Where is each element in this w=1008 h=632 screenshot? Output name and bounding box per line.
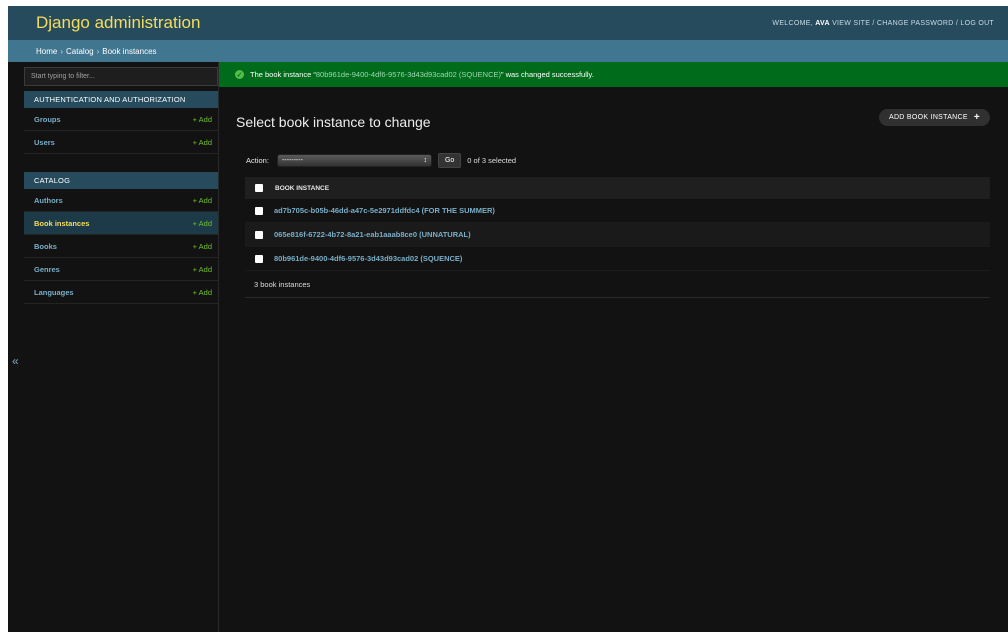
sidebar-item-label[interactable]: Book instances: [34, 219, 89, 228]
welcome-text: WELCOME,: [772, 19, 813, 27]
message-object-link[interactable]: 80b961de-9400-4df6-9576-3d43d93cad02 (SQ…: [316, 70, 501, 79]
sidebar-item-genres: Genres + Add: [24, 258, 218, 281]
paginator: 3 book instances: [245, 271, 990, 298]
site-branding[interactable]: Django administration: [36, 13, 200, 33]
success-check-icon: ✓: [235, 70, 244, 79]
header: Django administration WELCOME, AVA VIEW …: [8, 6, 1008, 40]
sidebar-item-groups: Groups + Add: [24, 108, 218, 131]
log-out-link[interactable]: LOG OUT: [960, 20, 994, 27]
sidebar-item-label[interactable]: Books: [34, 242, 57, 251]
nav-sidebar: Start typing to filter... AUTHENTICATION…: [8, 62, 219, 632]
sidebar-item-label[interactable]: Languages: [34, 288, 74, 297]
sidebar-item-label[interactable]: Groups: [34, 115, 61, 124]
user-tools-separator: /: [955, 19, 959, 27]
admin-app: Django administration WELCOME, AVA VIEW …: [8, 6, 1008, 632]
go-button[interactable]: Go: [437, 152, 462, 168]
add-book-instance-button[interactable]: ADD BOOK INSTANCE +: [878, 109, 990, 126]
breadcrumb-catalog[interactable]: Catalog: [66, 47, 94, 56]
book-instance-link[interactable]: 065e816f-6722-4b72-8a21-eab1aaab8ce0 (UN…: [274, 230, 471, 239]
nav-filter-input[interactable]: Start typing to filter...: [24, 67, 218, 86]
row-checkbox[interactable]: [255, 230, 263, 239]
book-instance-link[interactable]: ad7b705c-b05b-46dd-a47c-5e2971ddfdc4 (FO…: [274, 206, 495, 215]
table-row: 80b961de-9400-4df6-9576-3d43d93cad02 (SQ…: [245, 247, 990, 271]
add-genres-link[interactable]: + Add: [193, 265, 212, 274]
action-label: Action:: [246, 155, 269, 165]
user-tools: WELCOME, AVA VIEW SITE / CHANGE PASSWORD…: [772, 20, 994, 27]
table-row: 065e816f-6722-4b72-8a21-eab1aaab8ce0 (UN…: [245, 223, 990, 247]
table-row: ad7b705c-b05b-46dd-a47c-5e2971ddfdc4 (FO…: [245, 199, 990, 223]
breadcrumb-separator: ›: [96, 46, 100, 56]
sidebar-item-label[interactable]: Authors: [34, 196, 63, 205]
change-password-link[interactable]: CHANGE PASSWORD: [877, 20, 954, 27]
add-authors-link[interactable]: + Add: [193, 196, 212, 205]
message-prefix: The book instance “: [250, 70, 316, 79]
selection-counter: 0 of 3 selected: [467, 155, 517, 165]
sidebar-item-users: Users + Add: [24, 131, 218, 154]
view-site-link[interactable]: VIEW SITE: [832, 20, 870, 27]
sidebar-item-book-instances: Book instances + Add: [24, 212, 218, 235]
add-languages-link[interactable]: + Add: [193, 288, 212, 297]
add-button-label: ADD BOOK INSTANCE: [888, 114, 968, 121]
message-suffix: ” was changed successfully.: [501, 70, 594, 79]
breadcrumb: Home › Catalog › Book instances: [8, 40, 1008, 62]
module-auth: AUTHENTICATION AND AUTHORIZATION Groups …: [24, 91, 218, 154]
actions-bar: Action: --------- ↕ Go 0 of 3 selected: [246, 150, 516, 170]
success-message: ✓ The book instance “ 80b961de-9400-4df6…: [219, 62, 1008, 87]
table-header: BOOK INSTANCE: [245, 177, 990, 199]
action-select-value: ---------: [281, 156, 303, 164]
sidebar-item-label[interactable]: Users: [34, 138, 55, 147]
sidebar-item-authors: Authors + Add: [24, 189, 218, 212]
select-arrows-icon: ↕: [423, 156, 427, 164]
module-catalog: CATALOG Authors + Add Book instances + A…: [24, 172, 218, 304]
book-instance-link[interactable]: 80b961de-9400-4df6-9576-3d43d93cad02 (SQ…: [274, 254, 462, 263]
row-checkbox[interactable]: [255, 254, 263, 263]
user-tools-separator: /: [872, 19, 875, 27]
module-caption-catalog[interactable]: CATALOG: [24, 172, 218, 189]
sidebar-toggle-icon[interactable]: «: [12, 354, 19, 368]
action-select[interactable]: --------- ↕: [276, 153, 432, 167]
main-area: Start typing to filter... AUTHENTICATION…: [8, 62, 1008, 632]
module-caption-auth[interactable]: AUTHENTICATION AND AUTHORIZATION: [24, 91, 218, 108]
page-title: Select book instance to change: [236, 114, 431, 130]
breadcrumb-home[interactable]: Home: [36, 47, 57, 56]
select-all-checkbox[interactable]: [255, 184, 263, 192]
add-users-link[interactable]: + Add: [193, 138, 212, 147]
breadcrumb-separator: ›: [60, 46, 64, 56]
add-book-instances-link[interactable]: + Add: [193, 219, 212, 228]
column-header-book-instance[interactable]: BOOK INSTANCE: [275, 185, 329, 192]
sidebar-item-books: Books + Add: [24, 235, 218, 258]
content-area: ✓ The book instance “ 80b961de-9400-4df6…: [219, 62, 1008, 632]
add-books-link[interactable]: + Add: [193, 242, 212, 251]
sidebar-item-languages: Languages + Add: [24, 281, 218, 304]
username: AVA: [815, 19, 830, 27]
result-list: BOOK INSTANCE ad7b705c-b05b-46dd-a47c-5e…: [245, 177, 990, 298]
plus-icon: +: [973, 112, 980, 123]
add-groups-link[interactable]: + Add: [193, 115, 212, 124]
sidebar-item-label[interactable]: Genres: [34, 265, 60, 274]
row-checkbox[interactable]: [255, 206, 263, 215]
breadcrumb-current: Book instances: [102, 46, 157, 56]
